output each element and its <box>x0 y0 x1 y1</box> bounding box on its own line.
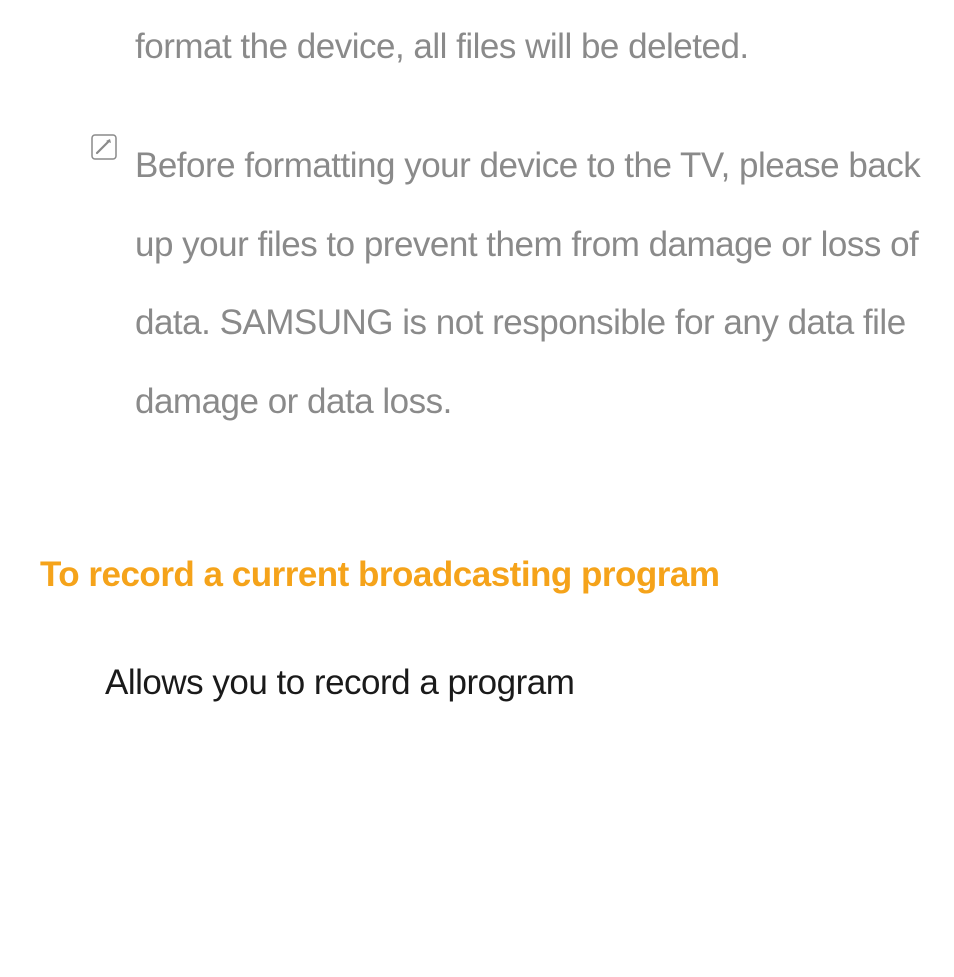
record-section-heading: To record a current broadcasting program <box>40 547 954 603</box>
note-block: Before formatting your device to the TV,… <box>90 127 924 442</box>
document-content: format the device, all files will be del… <box>0 0 954 714</box>
note-icon <box>90 133 118 166</box>
note-text: Before formatting your device to the TV,… <box>135 127 924 442</box>
record-description-text: Allows you to record a program <box>105 651 914 714</box>
format-warning-text: format the device, all files will be del… <box>135 8 914 87</box>
